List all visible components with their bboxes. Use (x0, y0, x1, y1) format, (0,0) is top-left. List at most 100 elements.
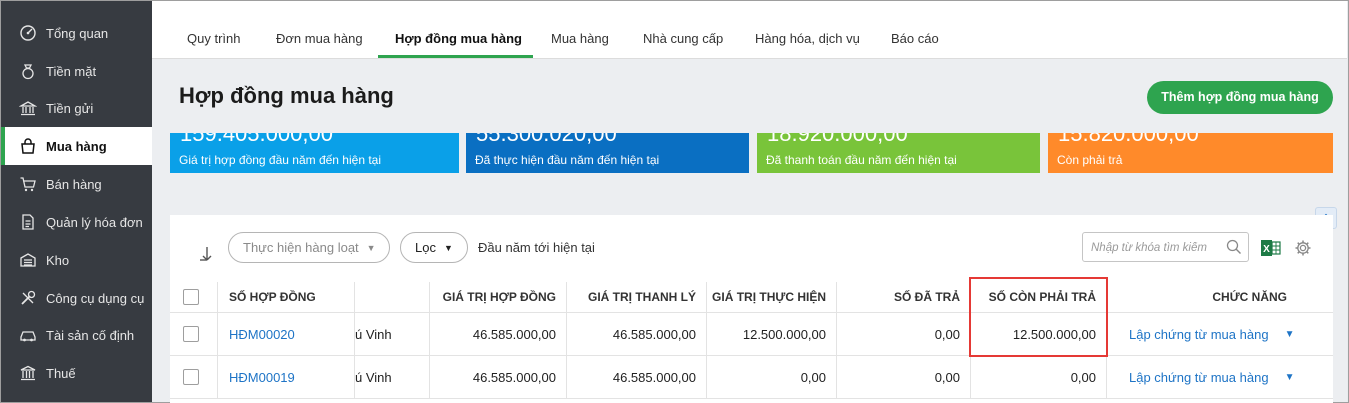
sidebar-item-tong-quan[interactable]: Tổng quan (1, 14, 152, 52)
sidebar: Tổng quan Tiền mặt Tiền gửi Mua hàng Bán… (1, 1, 152, 402)
sidebar-item-label: Quản lý hóa đơn (46, 214, 143, 230)
create-purchase-voucher-link[interactable]: Lập chứng từ mua hàng (1129, 327, 1269, 342)
filter-label: Lọc (415, 240, 436, 255)
card-caption: Giá trị hợp đồng đầu năm đến hiện tại (179, 153, 382, 167)
tax-icon (18, 363, 38, 383)
card-value: 159.405.000,00 (180, 133, 333, 146)
remaining-cell: 12.500.000,00 (971, 313, 1107, 355)
tab-don-mua-hang[interactable]: Đơn mua hàng (276, 1, 363, 59)
invoice-icon (18, 212, 38, 232)
table-row[interactable]: HĐM00020 ú Vinh 46.585.000,00 46.585.000… (170, 313, 1333, 356)
liquidation-value-cell: 46.585.000,00 (567, 313, 707, 355)
tab-bao-cao[interactable]: Báo cáo (891, 1, 939, 59)
sidebar-item-quan-ly-hoa-don[interactable]: Quản lý hóa đơn (1, 203, 152, 241)
tools-icon (18, 288, 38, 308)
sidebar-item-thue[interactable]: Thuế (1, 354, 152, 392)
filter-button[interactable]: Lọc ▼ (400, 232, 468, 263)
search-icon[interactable] (1226, 239, 1242, 258)
gear-icon[interactable] (1294, 239, 1312, 260)
card-value: 15.820.000,00 (1058, 133, 1199, 146)
summary-card-paid: 18.920.000,00 Đã thanh toán đầu năm đến … (757, 133, 1040, 173)
paid-cell: 0,00 (837, 313, 971, 355)
row-select-cell (170, 356, 218, 398)
warehouse-icon (18, 250, 38, 270)
contract-value-cell: 46.585.000,00 (430, 356, 567, 398)
tab-mua-hang[interactable]: Mua hàng (551, 1, 609, 59)
sidebar-item-kho[interactable]: Kho (1, 241, 152, 279)
period-label: Đầu năm tới hiện tại (478, 240, 595, 255)
select-all-checkbox[interactable] (183, 289, 199, 305)
summary-card-remaining: 15.820.000,00 Còn phải trả (1048, 133, 1333, 173)
contract-no-link[interactable]: HĐM00020 (229, 327, 295, 342)
svg-text:X: X (1263, 244, 1270, 255)
create-purchase-voucher-link[interactable]: Lập chứng từ mua hàng (1129, 370, 1269, 385)
row-checkbox[interactable] (183, 369, 199, 385)
bank-icon (18, 98, 38, 118)
sidebar-item-label: Mua hàng (46, 138, 107, 154)
caret-down-icon[interactable]: ▼ (1285, 372, 1295, 383)
search-box (1082, 232, 1249, 262)
card-caption: Còn phải trả (1057, 153, 1123, 167)
sidebar-item-tai-san-co-dinh[interactable]: Tài sản cố định (1, 316, 152, 354)
contract-no-cell: HĐM00020 (218, 313, 355, 355)
batch-action-dropdown[interactable]: Thực hiện hàng loạt ▼ (228, 232, 390, 263)
active-tab-indicator (378, 55, 533, 58)
row-checkbox[interactable] (183, 326, 199, 342)
contract-no-link[interactable]: HĐM00019 (229, 370, 295, 385)
header-performed-value[interactable]: GIÁ TRỊ THỰC HIỆN (707, 282, 837, 312)
actions-cell: Lập chứng từ mua hàng ▼ (1107, 356, 1297, 398)
remaining-cell: 0,00 (971, 356, 1107, 398)
header-supplier (355, 282, 430, 312)
excel-export-icon[interactable]: X (1260, 238, 1282, 261)
card-caption: Đã thực hiện đầu năm đến hiện tại (475, 153, 660, 167)
tab-nha-cung-cap[interactable]: Nhà cung cấp (643, 1, 723, 59)
tab-bar: Quy trình Đơn mua hàng Hợp đồng mua hàng… (152, 1, 1347, 59)
sidebar-item-label: Thuế (46, 365, 76, 381)
sidebar-item-tien-gui[interactable]: Tiền gửi (1, 89, 152, 127)
header-contract-no[interactable]: SỐ HỢP ĐỒNG (218, 282, 355, 312)
sidebar-item-label: Tài sản cố định (46, 327, 135, 343)
header-paid[interactable]: SỐ ĐÃ TRẢ (837, 282, 971, 312)
card-value: 55.300.020,00 (476, 133, 617, 146)
header-actions: CHỨC NĂNG (1212, 290, 1287, 304)
caret-down-icon[interactable]: ▼ (1285, 329, 1295, 340)
caret-down-icon: ▼ (366, 242, 376, 253)
sidebar-item-label: Bán hàng (46, 176, 102, 192)
sidebar-item-cong-cu-dung-cu[interactable]: Công cụ dụng cụ (1, 279, 152, 317)
performed-value-cell: 12.500.000,00 (707, 313, 837, 355)
header-liquidation-value[interactable]: GIÁ TRỊ THANH LÝ (567, 282, 707, 312)
sidebar-item-label: Tiền mặt (46, 63, 97, 79)
liquidation-value-cell: 46.585.000,00 (567, 356, 707, 398)
sidebar-item-label: Kho (46, 252, 70, 268)
tab-hang-hoa-dich-vu[interactable]: Hàng hóa, dịch vụ (755, 1, 860, 59)
sidebar-item-tien-mat[interactable]: Tiền mặt (1, 52, 152, 90)
contract-value-cell: 46.585.000,00 (430, 313, 567, 355)
header-remaining[interactable]: SỐ CÒN PHẢI TRẢ (971, 282, 1107, 312)
tab-quy-trinh[interactable]: Quy trình (187, 1, 240, 59)
sort-arrow-icon[interactable] (196, 245, 214, 266)
sidebar-item-label: Tiền gửi (46, 100, 94, 116)
shopping-bag-icon (18, 136, 38, 156)
sidebar-item-mua-hang[interactable]: Mua hàng (1, 127, 152, 165)
contracts-table: SỐ HỢP ĐỒNG GIÁ TRỊ HỢP ĐỒNG GIÁ TRỊ THA… (170, 282, 1333, 403)
row-select-cell (170, 313, 218, 355)
search-input[interactable] (1091, 239, 1219, 257)
header-contract-value[interactable]: GIÁ TRỊ HỢP ĐỒNG (430, 282, 567, 312)
summary-cards: 159.405.000,00 Giá trị hợp đồng đầu năm … (170, 133, 1333, 173)
dashboard-icon (18, 23, 38, 43)
supplier-cell: ú Vinh (355, 313, 430, 355)
table-row[interactable]: HĐM00019 ú Vinh 46.585.000,00 46.585.000… (170, 356, 1333, 399)
paid-cell: 0,00 (837, 356, 971, 398)
contract-no-cell: HĐM00019 (218, 356, 355, 398)
tab-hop-dong-mua-hang[interactable]: Hợp đồng mua hàng (395, 1, 522, 59)
page-title: Hợp đồng mua hàng (179, 83, 394, 108)
main-content: Quy trình Đơn mua hàng Hợp đồng mua hàng… (152, 1, 1347, 403)
caret-down-icon: ▼ (443, 242, 453, 253)
summary-card-performed: 55.300.020,00 Đã thực hiện đầu năm đến h… (466, 133, 749, 173)
money-bag-icon (18, 61, 38, 81)
sidebar-item-label: Công cụ dụng cụ (46, 290, 145, 306)
sidebar-item-ban-hang[interactable]: Bán hàng (1, 165, 152, 203)
add-contract-button[interactable]: Thêm hợp đồng mua hàng (1147, 81, 1333, 114)
car-icon (18, 325, 38, 345)
cart-icon (18, 174, 38, 194)
